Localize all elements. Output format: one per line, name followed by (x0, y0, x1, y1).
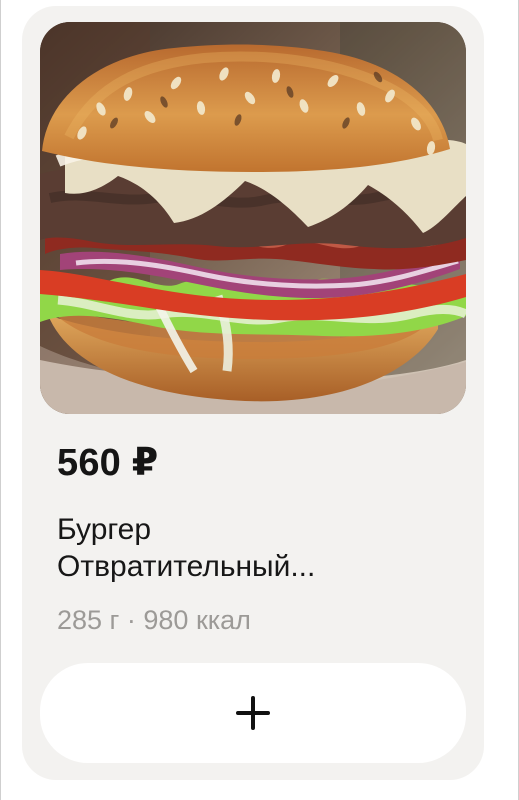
product-title[interactable]: Бургер Отвратительный... (57, 511, 447, 585)
left-frame-border (0, 0, 1, 800)
plus-icon (236, 696, 270, 730)
add-to-cart-button[interactable] (40, 663, 466, 763)
product-card[interactable]: 560 ₽ Бургер Отвратительный... 285 г · 9… (22, 6, 484, 780)
product-title-line-2: Отвратительный... (57, 550, 316, 583)
product-price: 560 ₽ (57, 442, 159, 484)
product-weight-calories: 285 г · 980 ккал (57, 605, 251, 635)
burger-photo-illustration (40, 22, 466, 414)
product-title-line-1: Бургер (57, 513, 152, 546)
product-image (40, 22, 466, 414)
